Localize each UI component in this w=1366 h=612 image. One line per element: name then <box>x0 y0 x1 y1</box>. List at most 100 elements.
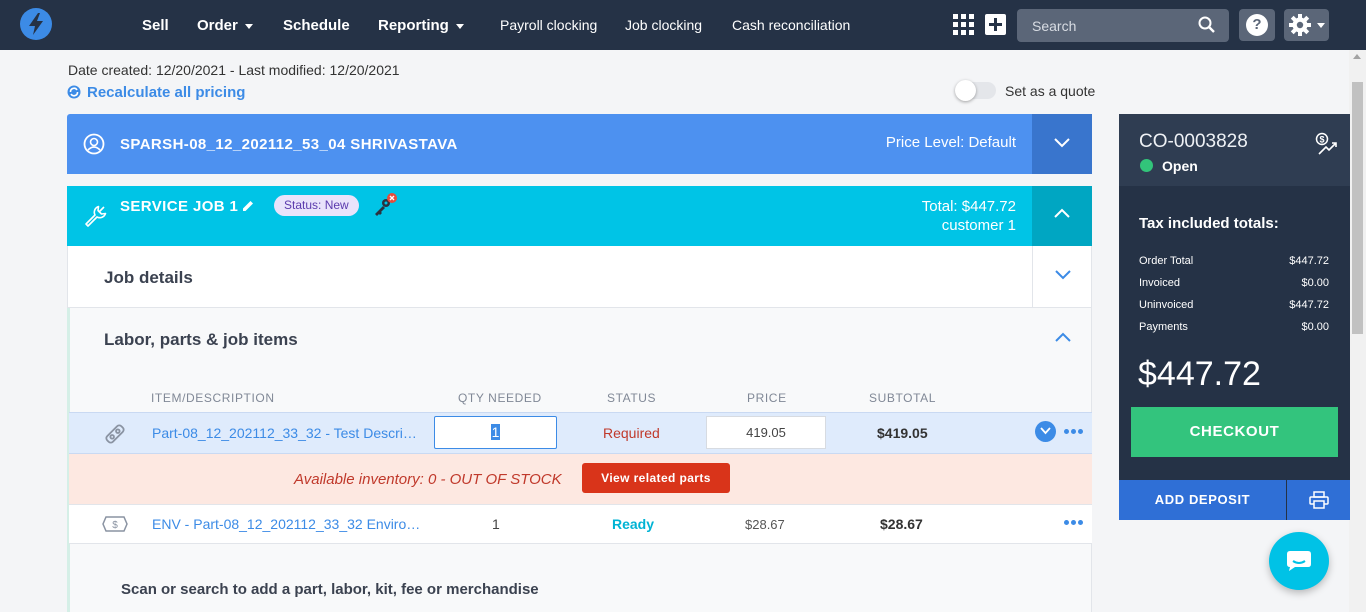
item-link[interactable]: ENV - Part-08_12_202112_33_32 Environm..… <box>152 516 422 532</box>
set-as-quote-toggle[interactable] <box>955 80 996 101</box>
chat-button[interactable] <box>1269 532 1329 590</box>
chevron-down-icon <box>1317 23 1325 28</box>
recalculate-label: Recalculate all pricing <box>87 84 246 101</box>
customer-header[interactable]: SPARSH-08_12_202112_53_04 SHRIVASTAVA Pr… <box>67 114 1092 174</box>
summary-value: $0.00 <box>1301 321 1329 333</box>
order-summary-panel: CO-0003828 $ Open Tax included totals: O… <box>1119 114 1350 520</box>
item-subtotal: $419.05 <box>877 425 928 441</box>
page-scrollbar[interactable] <box>1349 50 1366 612</box>
item-price: $28.67 <box>745 517 785 532</box>
key-icon[interactable] <box>372 193 398 217</box>
more-options-icon[interactable] <box>1064 520 1084 526</box>
nav-order[interactable]: Order <box>197 0 253 50</box>
header-status: STATUS <box>607 391 657 405</box>
header-item-description: ITEM/DESCRIPTION <box>151 391 275 405</box>
labor-parts-section: Labor, parts & job items ITEM/DESCRIPTIO… <box>67 308 1092 612</box>
nav-schedule[interactable]: Schedule <box>283 0 350 50</box>
summary-payments: Payments $0.00 <box>1139 321 1329 333</box>
pencil-icon[interactable] <box>241 199 255 213</box>
add-deposit-button[interactable]: ADD DEPOSIT <box>1119 480 1286 520</box>
chevron-down-icon <box>1040 427 1051 435</box>
summary-value: $447.72 <box>1289 299 1329 311</box>
summary-label: Payments <box>1139 321 1188 333</box>
qty-input[interactable]: 1 <box>434 416 557 449</box>
customer-name: SPARSH-08_12_202112_53_04 SHRIVASTAVA <box>120 136 458 153</box>
service-job-collapse-button[interactable] <box>1032 186 1092 246</box>
service-job-header[interactable]: SERVICE JOB 1 Status: New Total: $447.72… <box>67 186 1092 246</box>
inventory-alert-text: Available inventory: 0 - OUT OF STOCK <box>294 471 562 488</box>
header-subtotal: SUBTOTAL <box>869 391 937 405</box>
add-new-icon[interactable] <box>985 14 1006 35</box>
svg-text:$: $ <box>1319 135 1324 145</box>
apps-grid-icon[interactable] <box>953 14 974 35</box>
wrench-icon <box>85 205 107 227</box>
summary-label: Order Total <box>1139 255 1194 267</box>
more-options-icon[interactable] <box>1064 429 1084 435</box>
svg-text:$: $ <box>112 520 118 531</box>
nav-reporting[interactable]: Reporting <box>378 0 464 50</box>
nav-payroll-clocking[interactable]: Payroll clocking <box>500 0 597 50</box>
item-subtotal: $28.67 <box>880 516 923 532</box>
chevron-up-icon[interactable] <box>1055 332 1071 342</box>
chevron-down-icon <box>244 23 253 29</box>
part-icon <box>105 424 125 444</box>
order-summary-header: CO-0003828 $ Open <box>1119 114 1350 186</box>
customer-expand-button[interactable] <box>1032 114 1092 174</box>
job-details-section[interactable]: Job details <box>67 246 1092 308</box>
item-status: Required <box>603 425 660 441</box>
fee-icon: $ <box>102 516 128 532</box>
search-icon[interactable] <box>1198 16 1215 33</box>
row-expand-button[interactable] <box>1035 421 1056 442</box>
labor-parts-title: Labor, parts & job items <box>104 330 298 349</box>
checkout-button[interactable]: CHECKOUT <box>1131 407 1338 457</box>
chat-icon <box>1287 551 1311 571</box>
nav-reporting-label: Reporting <box>378 17 449 34</box>
lightning-icon <box>29 13 43 35</box>
nav-cash-reconciliation[interactable]: Cash reconciliation <box>732 0 850 50</box>
item-link[interactable]: Part-08_12_202112_33_32 - Test Descripti… <box>152 425 422 441</box>
settings-button[interactable] <box>1284 9 1329 41</box>
app-logo[interactable] <box>20 8 52 40</box>
summary-value: $0.00 <box>1301 277 1329 289</box>
price-input[interactable]: 419.05 <box>706 416 826 449</box>
table-row: $ ENV - Part-08_12_202112_33_32 Environm… <box>69 504 1092 544</box>
gear-icon <box>1289 14 1311 36</box>
divider <box>1032 246 1033 307</box>
nav-job-clocking[interactable]: Job clocking <box>625 0 702 50</box>
price-level: Price Level: Default <box>885 134 1016 151</box>
chevron-up-icon <box>1054 208 1070 218</box>
nav-payroll-label: Payroll clocking <box>500 17 598 33</box>
summary-uninvoiced: Uninvoiced $447.72 <box>1139 299 1329 311</box>
refresh-icon <box>67 85 81 99</box>
summary-order-total: Order Total $447.72 <box>1139 255 1329 267</box>
status-badge: Status: New <box>274 195 359 216</box>
scroll-up-arrow[interactable] <box>1353 54 1361 59</box>
chevron-down-icon[interactable] <box>1055 270 1071 280</box>
summary-label: Uninvoiced <box>1139 299 1194 311</box>
scroll-thumb[interactable] <box>1352 82 1363 334</box>
nav-cash-label: Cash reconciliation <box>732 17 851 33</box>
qty-value: 1 <box>490 424 501 440</box>
recalculate-pricing-link[interactable]: Recalculate all pricing <box>67 84 245 101</box>
summary-value: $447.72 <box>1289 255 1329 267</box>
nav-order-label: Order <box>197 17 238 34</box>
print-button[interactable] <box>1287 480 1350 520</box>
chevron-down-icon <box>1054 138 1070 148</box>
order-status: Open <box>1162 158 1198 174</box>
item-status: Ready <box>612 516 655 532</box>
summary-invoiced: Invoiced $0.00 <box>1139 277 1329 289</box>
nav-sell[interactable]: Sell <box>142 0 169 50</box>
job-total-amount: Total: $447.72 <box>921 198 1016 215</box>
nav-sell-label: Sell <box>142 17 169 34</box>
summary-label: Invoiced <box>1139 277 1180 289</box>
order-number: CO-0003828 <box>1139 131 1248 152</box>
item-qty: 1 <box>492 516 500 532</box>
search-input[interactable] <box>1017 9 1197 42</box>
view-related-parts-button[interactable]: View related parts <box>582 463 730 493</box>
table-row: Part-08_12_202112_33_32 - Test Descripti… <box>69 412 1092 454</box>
printer-icon <box>1309 491 1329 509</box>
job-total: Total: $447.72 customer 1 <box>922 197 1016 235</box>
help-button[interactable]: ? <box>1239 9 1275 41</box>
dollar-trend-icon[interactable]: $ <box>1315 132 1339 156</box>
scan-search-label: Scan or search to add a part, labor, kit… <box>121 581 539 598</box>
